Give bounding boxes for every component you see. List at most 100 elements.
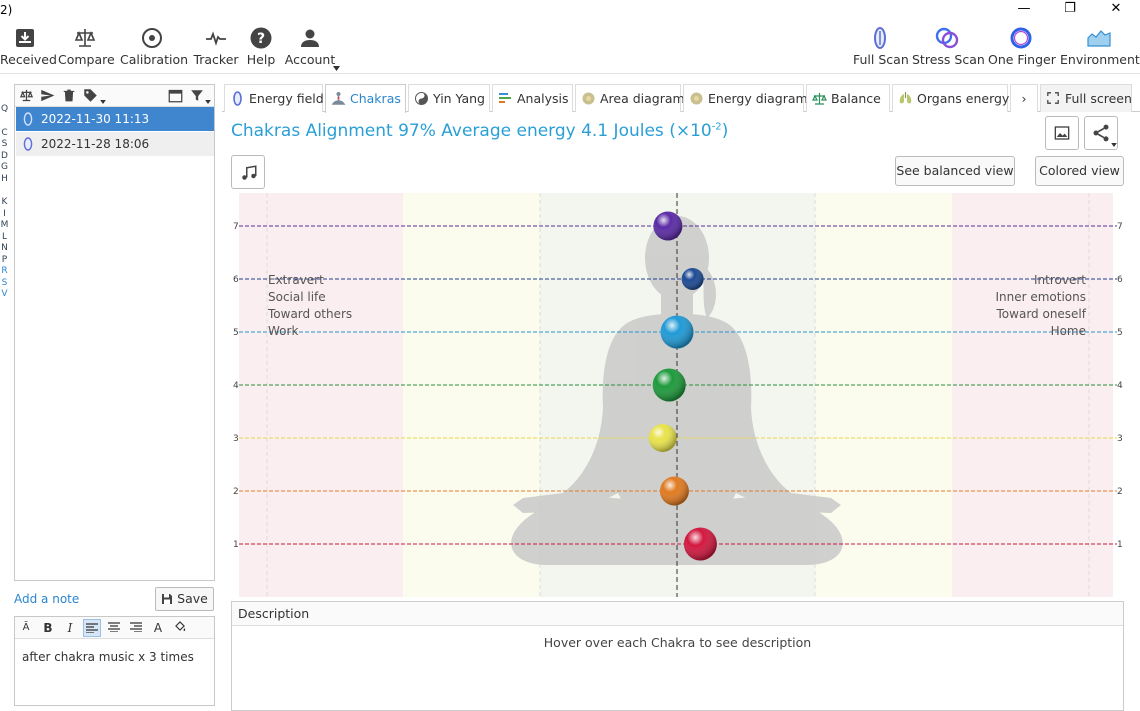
chakra-sphere[interactable]: [648, 424, 677, 452]
maximize-button[interactable]: ❐: [1055, 1, 1085, 21]
meditation-icon: [331, 92, 346, 105]
add-note-link[interactable]: Add a note: [14, 592, 79, 606]
level-tick-label: 6: [233, 275, 239, 285]
close-button[interactable]: ✕: [1101, 1, 1131, 21]
area-diagram-icon: [582, 92, 595, 105]
strip-letter: I: [3, 208, 6, 219]
yin-yang-icon: [415, 92, 428, 105]
strip-letter: C: [1, 127, 8, 138]
music-note-icon: [242, 165, 257, 180]
level-tick-label: 3: [233, 434, 239, 444]
trash-icon[interactable]: [62, 88, 76, 103]
stress-scan-button[interactable]: Stress Scan: [912, 26, 985, 72]
filter-icon[interactable]: [190, 88, 204, 103]
energy-diagram-icon: [690, 92, 703, 105]
tab-analysis[interactable]: Analysis: [492, 84, 573, 112]
environment-label: Environment: [1060, 52, 1140, 67]
tab-label: Organs energy: [917, 91, 1010, 106]
right-label: Home: [1051, 324, 1086, 338]
scales-icon[interactable]: [19, 88, 34, 103]
bold-button[interactable]: B: [39, 619, 57, 637]
stress-scan-label: Stress Scan: [912, 52, 985, 67]
tab-label: Energy field: [249, 91, 324, 106]
save-label: Save: [177, 591, 208, 606]
calibration-button[interactable]: Calibration: [120, 26, 188, 72]
session-row[interactable]: 2022-11-28 18:06: [16, 132, 214, 156]
align-center-icon[interactable]: [105, 619, 123, 637]
strip-letter: D: [1, 150, 8, 161]
share-button[interactable]: [1084, 116, 1118, 150]
description-hint: Hover over each Chakra to see descriptio…: [543, 635, 812, 650]
chakra-sphere[interactable]: [660, 315, 694, 349]
chevron-down-icon: [1111, 143, 1117, 147]
account-button[interactable]: Account: [282, 26, 340, 72]
full-scan-label: Full Scan: [853, 52, 909, 67]
chakra-sphere-shine: [659, 476, 689, 506]
one-finger-icon: [1010, 27, 1032, 49]
full-screen-button[interactable]: Full screen: [1040, 84, 1132, 112]
level-tick-label: 7: [1117, 222, 1123, 232]
strip-letter: S: [1, 277, 8, 288]
minimize-button[interactable]: —: [1009, 1, 1039, 21]
inbox-download-icon: [16, 29, 34, 47]
chakra-sphere[interactable]: [683, 527, 717, 561]
tab-area-diagram[interactable]: Area diagram: [575, 84, 685, 112]
tab-scroll-right-button[interactable]: ›: [1010, 84, 1038, 112]
full-scan-button[interactable]: Full Scan: [853, 26, 909, 72]
send-icon[interactable]: [40, 88, 55, 103]
tab-label: Analysis: [517, 91, 569, 106]
save-note-button[interactable]: Save: [155, 587, 214, 611]
chakra-sphere[interactable]: [681, 268, 704, 290]
tab-label: Balance: [831, 91, 881, 106]
right-label: Inner emotions: [995, 290, 1086, 304]
help-label: Help: [246, 52, 276, 67]
description-panel: Description Hover over each Chakra to se…: [231, 601, 1124, 711]
fullscan-icon: [874, 27, 886, 49]
tab-energy-field[interactable]: Energy field: [224, 84, 324, 112]
chakra-sphere-shine: [653, 211, 683, 241]
fill-color-icon[interactable]: [171, 619, 189, 637]
chakra-sphere[interactable]: [653, 211, 683, 241]
one-finger-label: One Finger: [988, 52, 1056, 67]
target-icon: [142, 28, 162, 48]
tag-icon[interactable]: [83, 88, 98, 103]
tab-balance[interactable]: Balance: [806, 84, 890, 112]
compare-button[interactable]: Compare: [58, 26, 115, 72]
clear-format-icon[interactable]: Ā: [17, 619, 35, 637]
italic-button[interactable]: I: [61, 619, 79, 637]
help-button[interactable]: ? Help: [244, 26, 278, 72]
note-text[interactable]: after chakra music x 3 times: [22, 650, 194, 664]
export-image-button[interactable]: [1045, 116, 1079, 150]
align-left-icon[interactable]: [83, 619, 101, 637]
chakra-sphere[interactable]: [659, 476, 689, 506]
help-icon: ?: [250, 27, 272, 49]
chakra-music-button[interactable]: [231, 155, 265, 189]
calendar-icon[interactable]: [168, 88, 183, 103]
image-icon: [1054, 126, 1070, 140]
main-toolbar: Received Compare Calibration Tracker ? H…: [0, 22, 1140, 74]
tab-chakras[interactable]: Chakras: [325, 84, 406, 113]
environment-button[interactable]: Environment: [1060, 26, 1140, 72]
tab-label: Yin Yang: [433, 91, 485, 106]
colored-view-button[interactable]: Colored view: [1035, 156, 1124, 186]
tab-label: Energy diagram: [708, 91, 808, 106]
full-screen-label: Full screen: [1065, 91, 1132, 106]
chakra-alignment-view: 7 7 6 6 5 5 4 4 3 3 2 2 1 1 Extravert Social life Tow…: [233, 193, 1123, 597]
fullscreen-icon: [1047, 92, 1059, 104]
align-right-icon[interactable]: [127, 619, 145, 637]
floppy-icon: [162, 594, 173, 604]
see-balanced-view-button[interactable]: See balanced view: [895, 156, 1015, 186]
tab-organs-energy[interactable]: Organs energy: [892, 84, 1010, 112]
chakra-sphere[interactable]: [652, 368, 686, 402]
one-finger-button[interactable]: One Finger: [988, 26, 1056, 72]
session-row[interactable]: 2022-11-30 11:13: [16, 107, 214, 131]
tab-energy-diagram[interactable]: Energy diagram: [683, 84, 808, 112]
tab-yin-yang[interactable]: Yin Yang: [408, 84, 490, 112]
level-tick-label: 2: [1117, 487, 1123, 497]
tracker-button[interactable]: Tracker: [192, 26, 240, 72]
received-button[interactable]: Received: [0, 26, 57, 72]
fullscan-icon: [233, 91, 242, 106]
level-tick-label: 7: [233, 222, 239, 232]
description-header: Description: [232, 602, 1123, 626]
font-color-button[interactable]: A: [149, 619, 167, 637]
